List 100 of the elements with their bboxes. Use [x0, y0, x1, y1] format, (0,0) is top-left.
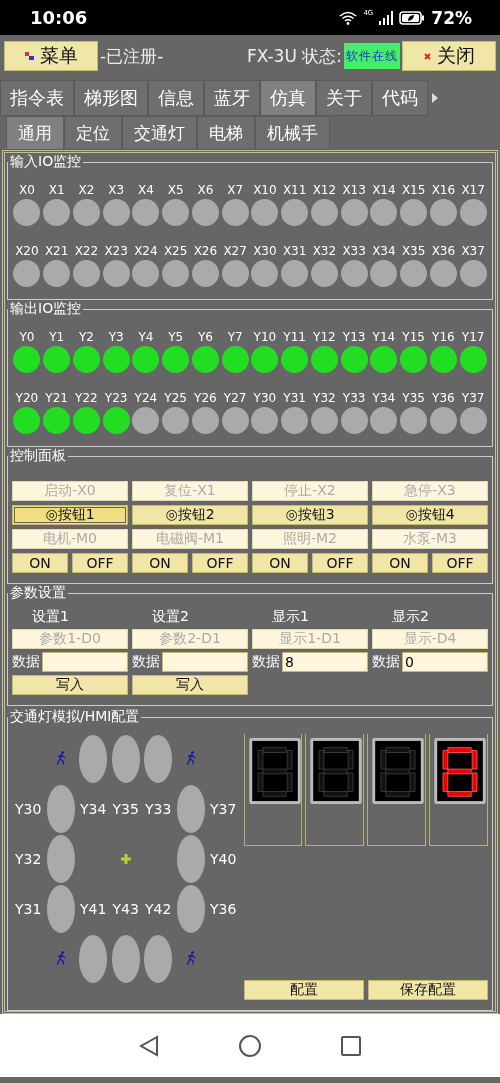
switch-button[interactable]: ON [372, 553, 428, 573]
back-icon[interactable] [139, 1034, 159, 1057]
io-label: X6 [196, 183, 215, 197]
data-label: 数据 [252, 653, 280, 671]
io-label: Y31 [282, 391, 307, 405]
section-title: 输出IO监控 [9, 300, 83, 318]
switch-button[interactable]: ON [132, 553, 188, 573]
io-label: X16 [430, 183, 457, 197]
io-label: Y3 [107, 330, 125, 344]
column-heading: 设置1 [31, 608, 70, 626]
switch-button[interactable]: OFF [72, 553, 128, 573]
light-label: Y36 [210, 901, 237, 917]
io-label: Y30 [252, 391, 278, 405]
io-label: X24 [133, 244, 159, 258]
tab[interactable]: 交通灯 [122, 116, 197, 150]
io-label: Y14 [371, 330, 397, 344]
io-label: X11 [281, 183, 308, 197]
close-button[interactable]: 关闭 [402, 41, 496, 71]
light-label: Y42 [145, 901, 172, 917]
io-label: Y12 [312, 330, 337, 344]
switch-button[interactable]: OFF [432, 553, 488, 573]
data-field[interactable] [42, 652, 128, 672]
switch-button[interactable]: ON [12, 553, 68, 573]
tab[interactable]: 电梯 [197, 116, 255, 150]
tab[interactable]: 定位 [64, 116, 122, 150]
io-label: Y10 [252, 330, 278, 344]
push-button[interactable]: ◎按钮2 [132, 505, 248, 525]
light-label: Y34 [80, 801, 107, 817]
section-title: 参数设置 [9, 584, 67, 602]
switch-button[interactable]: OFF [192, 553, 248, 573]
io-label: Y22 [74, 391, 99, 405]
light-label: Y35 [112, 801, 139, 817]
light-label: Y32 [15, 851, 42, 867]
io-label: X12 [311, 183, 338, 197]
section-title: 输入IO监控 [9, 153, 83, 171]
io-label: Y36 [431, 391, 456, 405]
data-label: 数据 [372, 653, 400, 671]
config-button[interactable]: 保存配置 [367, 980, 488, 1000]
io-label: X7 [226, 183, 245, 197]
tab[interactable]: 通用 [6, 116, 64, 150]
io-label: X34 [371, 244, 397, 258]
io-label: X1 [47, 183, 66, 197]
io-label: Y1 [48, 330, 66, 344]
push-button[interactable]: ◎按钮1 [12, 505, 128, 525]
io-label: X17 [460, 183, 486, 197]
io-label: Y32 [312, 391, 337, 405]
io-label: X25 [162, 244, 189, 258]
io-label: Y25 [163, 391, 188, 405]
tab[interactable]: 梯形图 [74, 80, 148, 116]
tab[interactable]: 代码 [372, 80, 428, 116]
section-title: 控制面板 [9, 447, 67, 465]
io-label: Y33 [341, 391, 367, 405]
light-label: Y41 [80, 901, 107, 917]
data-field[interactable] [162, 652, 248, 672]
io-label: Y26 [193, 391, 218, 405]
tab[interactable]: 仿真 [260, 80, 316, 116]
io-label: Y34 [371, 391, 397, 405]
io-label: Y6 [196, 330, 214, 344]
push-button[interactable]: ◎按钮4 [372, 505, 488, 525]
battery-level: 72% [431, 7, 472, 28]
app-icon [24, 51, 34, 61]
close-icon [423, 52, 431, 60]
io-label: X4 [136, 183, 155, 197]
io-label: Y37 [460, 391, 486, 405]
io-label: Y20 [14, 391, 40, 405]
switch-button[interactable]: OFF [312, 553, 368, 573]
menu-button[interactable]: 菜单 [4, 41, 98, 71]
config-button[interactable]: 配置 [243, 980, 364, 1000]
status-badge: 软件在线 [344, 43, 400, 69]
pedestrian-icon [55, 750, 66, 765]
tab[interactable]: 机械手 [255, 116, 330, 150]
tab[interactable]: 关于 [316, 80, 372, 116]
io-label: X21 [43, 244, 70, 258]
io-label: Y27 [222, 391, 248, 405]
light-label: Y31 [15, 901, 42, 917]
tab[interactable]: 指令表 [0, 80, 74, 116]
data-label: 数据 [132, 653, 160, 671]
io-label: X31 [281, 244, 308, 258]
io-label: X32 [311, 244, 338, 258]
data-label: 数据 [12, 653, 40, 671]
io-label: Y23 [103, 391, 129, 405]
tab[interactable]: 信息 [148, 80, 204, 116]
tab[interactable]: 蓝牙 [204, 80, 260, 116]
pedestrian-icon [55, 950, 66, 965]
io-label: X26 [192, 244, 219, 258]
io-label: X13 [341, 183, 367, 197]
io-label: Y0 [18, 330, 36, 344]
io-label: Y2 [77, 330, 95, 344]
light-label: Y37 [210, 801, 237, 817]
io-label: X37 [460, 244, 486, 258]
light-label: Y33 [145, 801, 172, 817]
io-label: Y13 [341, 330, 367, 344]
io-label: X35 [400, 244, 427, 258]
push-button[interactable]: ◎按钮3 [252, 505, 368, 525]
column-heading: 显示2 [391, 608, 430, 626]
home-icon[interactable] [239, 1034, 261, 1057]
switch-button[interactable]: ON [252, 553, 308, 573]
io-label: Y15 [401, 330, 426, 344]
recents-icon[interactable] [341, 1035, 361, 1056]
io-label: X30 [252, 244, 278, 258]
